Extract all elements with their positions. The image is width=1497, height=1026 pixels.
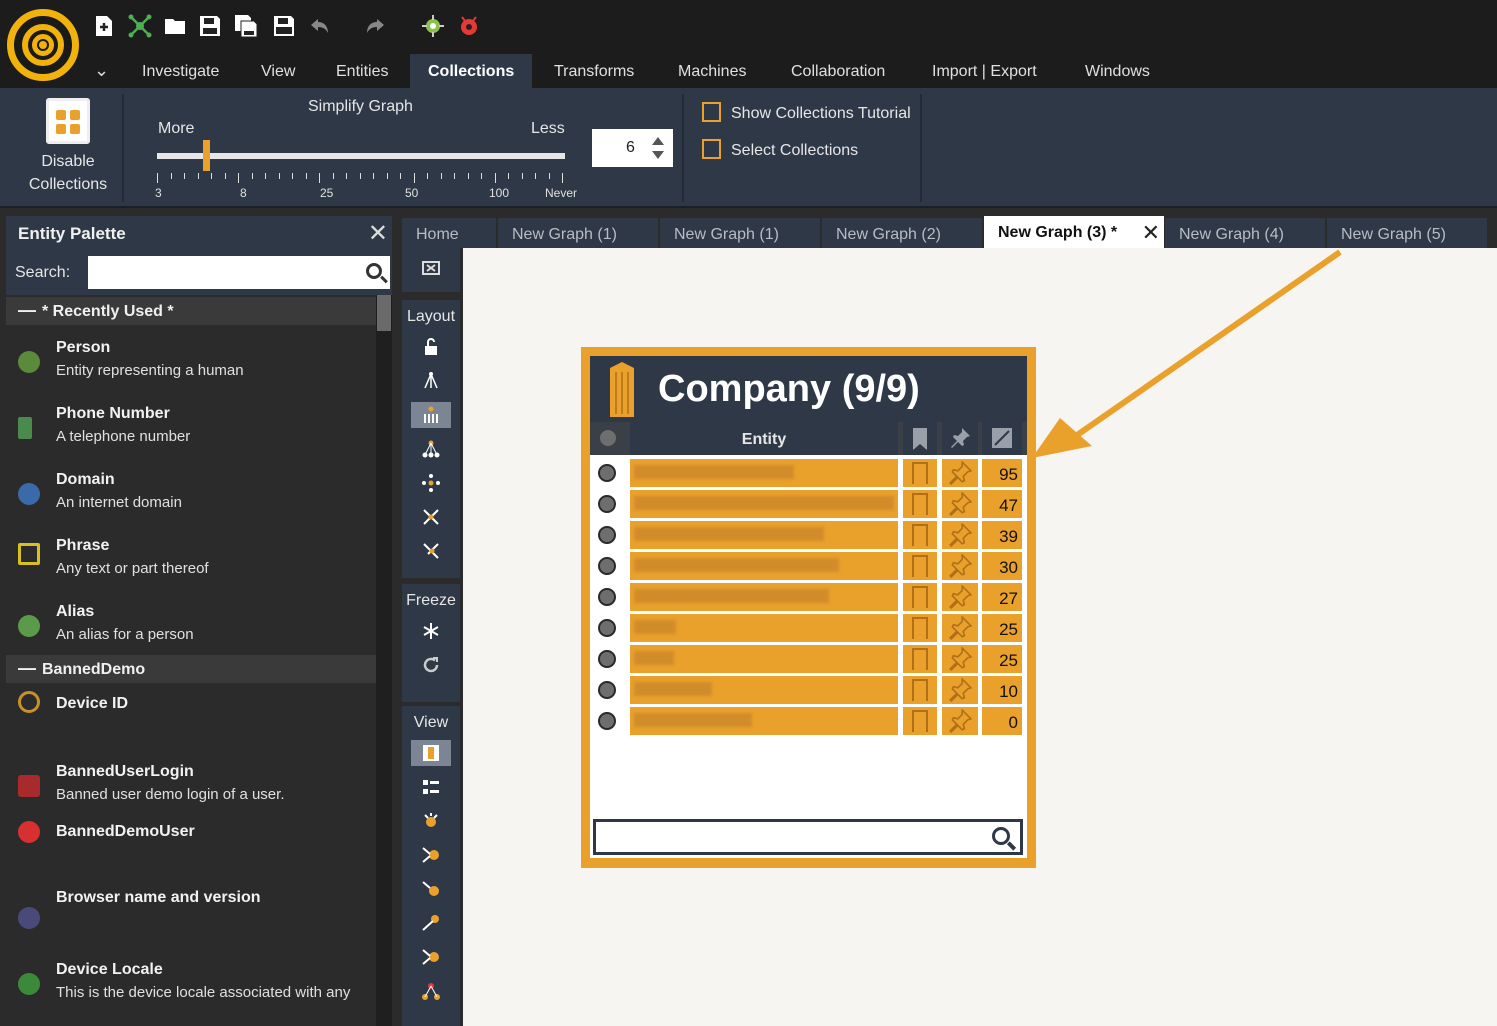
collection-header: Company (9/9) — [590, 356, 1027, 422]
pin-icon — [949, 460, 973, 486]
pin-icon — [949, 708, 973, 734]
bookmark-icon — [912, 617, 928, 641]
pin-cell[interactable] — [942, 552, 978, 580]
pin-cell[interactable] — [942, 521, 978, 549]
redacted-text — [634, 589, 829, 603]
count-cell: 25 — [982, 614, 1022, 642]
redacted-text — [634, 620, 676, 634]
collection-row[interactable]: 10 — [590, 675, 1027, 706]
bookmark-cell[interactable] — [903, 552, 937, 580]
pin-cell[interactable] — [942, 645, 978, 673]
bookmark-icon — [912, 555, 928, 579]
pin-icon — [949, 491, 973, 517]
collection-row[interactable]: 25 — [590, 644, 1027, 675]
collection-title: Company (9/9) — [658, 368, 920, 410]
count-cell: 10 — [982, 676, 1022, 704]
bookmark-icon — [912, 586, 928, 610]
count-cell: 27 — [982, 583, 1022, 611]
bookmark-cell[interactable] — [903, 676, 937, 704]
redacted-text — [634, 496, 894, 510]
row-select-radio[interactable] — [598, 526, 616, 544]
bookmark-cell[interactable] — [903, 645, 937, 673]
select-all-column[interactable] — [590, 422, 626, 455]
pin-icon — [949, 615, 973, 641]
pin-cell[interactable] — [942, 583, 978, 611]
collection-row[interactable]: 47 — [590, 489, 1027, 520]
bookmark-icon — [912, 648, 928, 672]
count-cell: 0 — [982, 707, 1022, 735]
entity-cell[interactable] — [630, 521, 898, 549]
collection-row[interactable]: 27 — [590, 582, 1027, 613]
redacted-text — [634, 558, 839, 572]
pin-cell[interactable] — [942, 614, 978, 642]
bookmark-cell[interactable] — [903, 459, 937, 487]
row-select-radio[interactable] — [598, 557, 616, 575]
entity-cell[interactable] — [630, 490, 898, 518]
bookmark-icon — [912, 462, 928, 486]
building-icon — [610, 362, 634, 417]
entity-cell[interactable] — [630, 552, 898, 580]
collection-row[interactable]: 95 — [590, 458, 1027, 489]
bookmark-icon — [912, 524, 928, 548]
collection-body: Company (9/9) Entity 95 47 39 30 27 25 25 10 0 — [590, 356, 1027, 858]
entity-cell[interactable] — [630, 459, 898, 487]
pin-icon — [949, 677, 973, 703]
row-select-radio[interactable] — [598, 712, 616, 730]
row-select-radio[interactable] — [598, 650, 616, 668]
collection-row[interactable]: 39 — [590, 520, 1027, 551]
pin-icon — [949, 553, 973, 579]
collection-row[interactable]: 0 — [590, 706, 1027, 737]
pin-cell[interactable] — [942, 490, 978, 518]
row-select-radio[interactable] — [598, 495, 616, 513]
bookmark-cell[interactable] — [903, 490, 937, 518]
entity-column-header[interactable]: Entity — [630, 422, 898, 455]
collection-node[interactable]: Company (9/9) Entity 95 47 39 30 27 25 25 10 0 — [581, 347, 1036, 868]
select-all-radio-icon[interactable] — [600, 430, 616, 446]
redacted-text — [634, 465, 794, 479]
bookmark-column-icon[interactable] — [903, 422, 937, 455]
pin-icon — [949, 522, 973, 548]
pin-icon — [949, 646, 973, 672]
pin-cell[interactable] — [942, 676, 978, 704]
redacted-text — [634, 651, 674, 665]
collection-column-header: Entity — [590, 422, 1027, 455]
redacted-text — [634, 713, 752, 727]
entity-cell[interactable] — [630, 645, 898, 673]
pin-column-icon[interactable] — [942, 422, 978, 455]
search-icon[interactable] — [992, 827, 1010, 845]
row-select-radio[interactable] — [598, 588, 616, 606]
bookmark-cell[interactable] — [903, 614, 937, 642]
bookmark-cell[interactable] — [903, 707, 937, 735]
bookmark-icon — [912, 493, 928, 517]
count-cell: 95 — [982, 459, 1022, 487]
entity-cell[interactable] — [630, 614, 898, 642]
bookmark-icon — [912, 710, 928, 734]
count-cell: 47 — [982, 490, 1022, 518]
count-cell: 25 — [982, 645, 1022, 673]
bookmark-cell[interactable] — [903, 521, 937, 549]
row-select-radio[interactable] — [598, 464, 616, 482]
count-cell: 39 — [982, 521, 1022, 549]
pin-cell[interactable] — [942, 707, 978, 735]
entity-cell[interactable] — [630, 583, 898, 611]
redacted-text — [634, 527, 824, 541]
collection-row[interactable]: 30 — [590, 551, 1027, 582]
collection-search-input[interactable] — [593, 819, 1023, 855]
entity-cell[interactable] — [630, 707, 898, 735]
pin-icon — [949, 584, 973, 610]
redacted-text — [634, 682, 712, 696]
count-cell: 30 — [982, 552, 1022, 580]
entity-cell[interactable] — [630, 676, 898, 704]
bookmark-cell[interactable] — [903, 583, 937, 611]
pin-cell[interactable] — [942, 459, 978, 487]
bookmark-icon — [912, 679, 928, 703]
row-select-radio[interactable] — [598, 681, 616, 699]
count-column-icon[interactable] — [982, 422, 1022, 455]
collection-row[interactable]: 25 — [590, 613, 1027, 644]
row-select-radio[interactable] — [598, 619, 616, 637]
